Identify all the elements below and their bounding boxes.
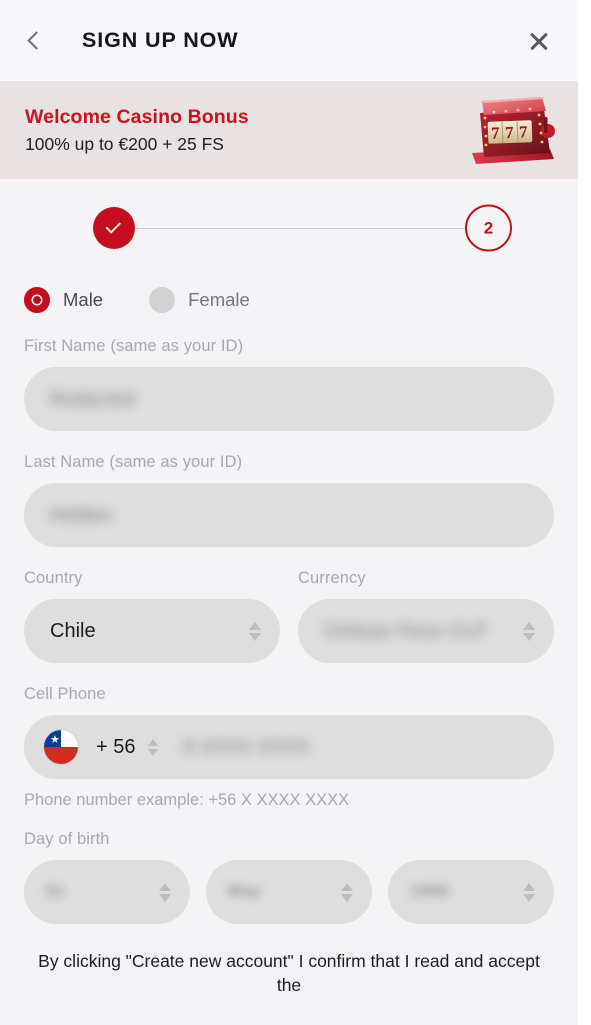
first-name-label: First Name (same as your ID) <box>24 337 244 355</box>
svg-text:7: 7 <box>519 122 529 141</box>
country-select[interactable]: Chile <box>24 599 280 663</box>
last-name-input[interactable]: Hidden <box>24 483 554 547</box>
stepper-connector-line <box>136 228 470 230</box>
currency-select[interactable]: Chilean Peso CLP <box>298 599 554 663</box>
radio-unselected-icon <box>149 287 176 313</box>
slot-machine-icon: 7 7 7 <box>466 91 558 171</box>
modal-header: SIGN UP NOW <box>0 0 578 82</box>
country-value: Chile <box>50 619 96 642</box>
chevron-down-icon <box>341 893 353 902</box>
day-of-birth-row: 01 May 1990 <box>24 860 554 924</box>
currency-label: Currency <box>298 569 366 587</box>
gender-option-female[interactable]: Female <box>149 287 250 313</box>
birth-month-value: May <box>228 883 262 900</box>
day-of-birth-field-group: Day of birth 01 May 1990 <box>24 830 554 924</box>
country-field-group: Country Chile <box>24 569 280 663</box>
chevron-down-icon <box>148 748 159 756</box>
bonus-subtitle: 100% up to €200 + 25 FS <box>25 134 224 154</box>
welcome-bonus-banner: Welcome Casino Bonus 100% up to €200 + 2… <box>0 82 578 179</box>
birth-year-select[interactable]: 1990 <box>388 860 554 924</box>
chevron-left-icon <box>27 31 46 50</box>
last-name-label: Last Name (same as your ID) <box>24 453 243 471</box>
svg-text:7: 7 <box>491 123 501 142</box>
first-name-value: Redacted <box>50 388 136 409</box>
svg-text:7: 7 <box>505 122 515 141</box>
gender-male-label: Male <box>63 289 104 310</box>
chevron-down-icon <box>523 632 535 641</box>
stepper-step-2-label: 2 <box>483 218 494 237</box>
gender-radio-group: Male Female <box>24 277 554 323</box>
stepper-step-2-current[interactable]: 2 <box>465 204 512 252</box>
bonus-title: Welcome Casino Bonus <box>25 106 249 128</box>
last-name-field-group: Last Name (same as your ID) Hidden <box>24 453 554 547</box>
chevron-up-icon <box>159 882 171 891</box>
birth-day-arrows-icon[interactable] <box>156 877 174 907</box>
bonus-text-group: Welcome Casino Bonus 100% up to €200 + 2… <box>25 106 249 155</box>
birth-year-arrows-icon[interactable] <box>520 877 538 907</box>
page-title: SIGN UP NOW <box>82 28 239 52</box>
gender-option-male[interactable]: Male <box>24 287 103 313</box>
dial-code-value: + 56 <box>96 735 136 758</box>
signup-content-column: SIGN UP NOW Welcome Casino Bonus 100% up… <box>0 0 578 1025</box>
signup-modal: SIGN UP NOW Welcome Casino Bonus 100% up… <box>0 0 591 1025</box>
day-of-birth-label: Day of birth <box>24 830 110 848</box>
back-button[interactable] <box>26 21 60 61</box>
chevron-down-icon <box>249 632 261 641</box>
phone-hint-text: Phone number example: +56 X XXXX XXXX <box>24 791 350 809</box>
first-name-input[interactable]: Redacted <box>24 367 554 431</box>
phone-number-input[interactable]: 9 XXXX XXXX <box>183 737 310 758</box>
country-select-arrows-icon[interactable] <box>246 616 264 646</box>
close-button[interactable] <box>522 24 556 58</box>
gender-female-label: Female <box>188 289 250 310</box>
cell-phone-field-group: Cell Phone ★ + 56 9 XXXX XXXX Phone numb… <box>24 685 554 810</box>
check-icon <box>105 218 122 234</box>
chile-flag-icon: ★ <box>44 730 78 764</box>
stepper-step-1-completed[interactable] <box>93 207 135 249</box>
cell-phone-input-row: ★ + 56 9 XXXX XXXX <box>24 715 554 779</box>
birth-day-value: 01 <box>46 883 66 900</box>
scrollbar-gutter[interactable] <box>578 0 591 1025</box>
first-name-field-group: First Name (same as your ID) Redacted <box>24 337 554 431</box>
chevron-up-icon <box>523 621 535 630</box>
currency-field-group: Currency Chilean Peso CLP <box>298 569 554 663</box>
chevron-down-icon <box>159 893 171 902</box>
birth-day-select[interactable]: 01 <box>24 860 190 924</box>
currency-select-arrows-icon[interactable] <box>520 616 538 646</box>
signup-progress-stepper: 2 <box>0 179 578 277</box>
chevron-up-icon <box>523 882 535 891</box>
last-name-value: Hidden <box>50 504 114 525</box>
terms-consent-text: By clicking "Create new account" I confi… <box>38 951 540 995</box>
chevron-up-icon <box>148 738 159 746</box>
birth-month-arrows-icon[interactable] <box>338 877 356 907</box>
country-currency-row: Country Chile Currency Chilean Peso CLP <box>24 569 554 663</box>
chevron-up-icon <box>341 882 353 891</box>
country-label: Country <box>24 569 83 587</box>
birth-year-value: 1990 <box>410 883 450 900</box>
chevron-up-icon <box>249 621 261 630</box>
signup-form: Male Female First Name (same as your ID)… <box>0 277 578 997</box>
currency-value: Chilean Peso CLP <box>324 620 488 641</box>
cell-phone-label: Cell Phone <box>24 685 106 703</box>
birth-month-select[interactable]: May <box>206 860 372 924</box>
chevron-down-icon <box>523 893 535 902</box>
radio-selected-icon <box>24 287 50 313</box>
dial-code-select-arrows-icon[interactable] <box>145 733 161 761</box>
